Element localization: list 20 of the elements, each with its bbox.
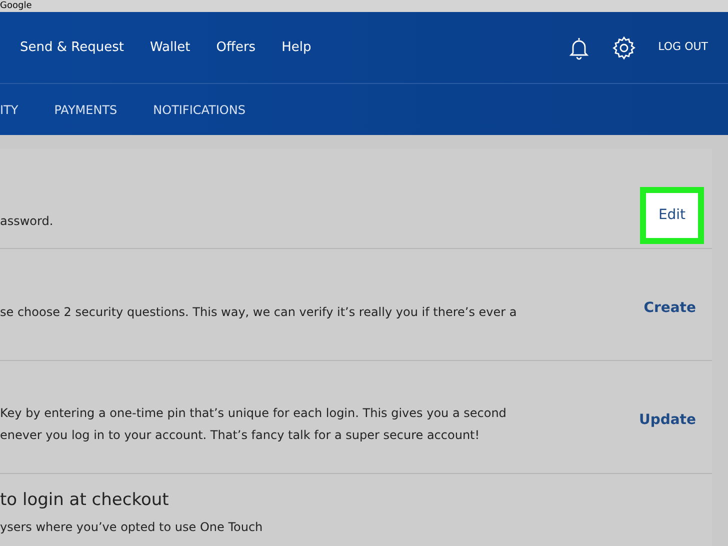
section-heading: to login at checkout	[0, 489, 170, 512]
nav-link[interactable]: Offers	[216, 38, 256, 58]
sub-tab[interactable]: ITY	[0, 100, 18, 118]
tab-title: Google	[0, 0, 32, 12]
nav-link[interactable]: Send & Request	[20, 38, 124, 58]
edit-button[interactable]: Edit	[640, 187, 704, 244]
sub-tab[interactable]: NOTIFICATIONS	[153, 100, 246, 118]
nav-link[interactable]: Wallet	[150, 38, 190, 58]
sub-tab[interactable]: PAYMENTS	[54, 100, 118, 118]
description-text: assword.	[0, 212, 54, 230]
bell-icon[interactable]	[568, 36, 590, 60]
description-text: Key by entering a one-time pin that’s unique for each login. This gives you a second	[0, 405, 508, 422]
description-text: se choose 2 security questions. This way, we can verify it’s really you if there’s ever a	[0, 304, 518, 320]
nav-link[interactable]: Help	[282, 38, 312, 58]
settings-icon[interactable]	[612, 36, 636, 60]
action-link[interactable]: Create	[636, 298, 704, 318]
section-text: ysers where you’ve opted to use One Touch	[0, 518, 264, 536]
description-text: enever you log in to your account. That’s fancy talk for a super secure account!	[0, 427, 481, 444]
logout-link[interactable]: LOG OUT	[658, 39, 708, 56]
action-link[interactable]: Update	[630, 410, 704, 431]
